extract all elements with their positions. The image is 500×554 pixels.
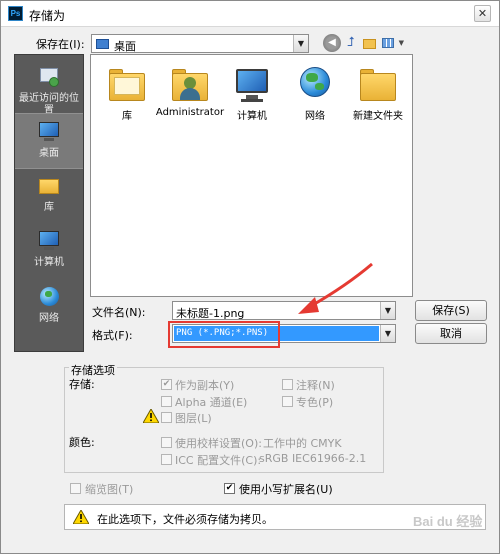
format-highlight-box <box>168 321 280 348</box>
place-label: 网络 <box>39 313 59 324</box>
place-label: 计算机 <box>34 257 64 268</box>
filename-label: 文件名(N): <box>92 306 146 319</box>
spot-colors-label: 专色(P) <box>296 396 334 409</box>
file-item-label: Administrator <box>155 107 225 118</box>
color-label: 颜色: <box>69 436 95 449</box>
annotations-label: 注释(N) <box>296 379 335 392</box>
spot-colors-checkbox[interactable] <box>282 396 293 407</box>
lowercase-extension-checkbox[interactable]: ✔ <box>224 483 235 494</box>
file-item-label: 库 <box>122 111 132 122</box>
file-list[interactable]: 库 Administrator 计算机 网络 新建文件夹 <box>90 54 413 297</box>
format-label: 格式(F): <box>92 329 133 342</box>
chevron-down-icon[interactable]: ▼ <box>380 325 395 342</box>
filename-value: 未标题-1.png <box>176 307 245 320</box>
storage-label: 存储: <box>69 378 95 391</box>
cancel-button[interactable]: 取消 <box>415 323 487 344</box>
warning-icon <box>73 510 89 524</box>
lowercase-extension-label: 使用小写扩展名(U) <box>239 483 333 496</box>
thumbnail-checkbox[interactable] <box>70 483 81 494</box>
warning-icon <box>143 409 159 423</box>
place-desktop[interactable]: 桌面 <box>15 113 83 169</box>
view-menu-icon[interactable]: ▼ <box>380 34 404 52</box>
place-recent[interactable]: 最近访问的位置 <box>15 59 83 116</box>
network-icon <box>293 63 337 103</box>
network-icon <box>36 284 62 310</box>
libraries-icon <box>105 63 149 103</box>
layers-checkbox[interactable] <box>161 412 172 423</box>
desktop-icon <box>96 39 109 49</box>
computer-icon <box>230 63 274 103</box>
recent-places-icon <box>36 64 62 90</box>
file-item-computer[interactable]: 计算机 <box>217 63 287 122</box>
save-in-label: 保存在(I): <box>36 38 85 51</box>
file-item-network[interactable]: 网络 <box>280 63 350 122</box>
file-item-new-folder[interactable]: 新建文件夹 <box>343 63 413 122</box>
proof-setup-value: 工作中的 CMYK <box>263 437 342 450</box>
folder-icon <box>356 63 400 103</box>
filename-input[interactable]: 未标题-1.png ▼ <box>172 301 396 320</box>
title-bar: Ps 存储为 ✕ <box>1 1 499 27</box>
save-in-dropdown[interactable]: 桌面 ▼ <box>91 34 309 53</box>
back-icon[interactable]: ◀ <box>323 34 341 52</box>
file-item-label: 计算机 <box>237 111 267 122</box>
libraries-icon <box>36 173 62 199</box>
place-libraries[interactable]: 库 <box>15 168 83 224</box>
alpha-channels-checkbox[interactable] <box>161 396 172 407</box>
computer-icon <box>36 228 62 254</box>
place-network[interactable]: 网络 <box>15 279 83 335</box>
thumbnail-label: 缩览图(T) <box>85 483 134 496</box>
file-item-administrator[interactable]: Administrator <box>155 63 225 118</box>
as-copy-label: 作为副本(Y) <box>175 379 235 392</box>
notice-text: 在此选项下，文件必须存储为拷贝。 <box>97 513 273 526</box>
places-bar: 最近访问的位置 桌面 库 计算机 网络 <box>14 54 84 352</box>
watermark: Bai du 经验 <box>413 514 483 529</box>
file-item-libraries[interactable]: 库 <box>92 63 162 122</box>
dialog-title: 存储为 <box>29 9 66 23</box>
icc-profile-label: ICC 配置文件(C): <box>175 454 262 467</box>
save-in-value: 桌面 <box>114 40 136 53</box>
as-copy-checkbox[interactable]: ✔ <box>161 379 172 390</box>
new-folder-icon[interactable] <box>361 34 379 52</box>
file-item-label: 新建文件夹 <box>353 111 403 122</box>
annotations-checkbox[interactable] <box>282 379 293 390</box>
place-label: 桌面 <box>39 148 59 159</box>
chevron-down-icon[interactable]: ▼ <box>380 302 395 319</box>
use-proof-checkbox[interactable] <box>161 437 172 448</box>
user-folder-icon <box>168 63 212 103</box>
save-as-dialog: Ps 存储为 ✕ 保存在(I): 桌面 ▼ ◀ ⮥ ▼ 最近访问的位置 桌面 库 <box>0 0 500 554</box>
use-proof-label: 使用校样设置(O): <box>175 437 262 450</box>
place-computer[interactable]: 计算机 <box>15 223 83 279</box>
close-button[interactable]: ✕ <box>474 5 491 22</box>
icc-profile-value: sRGB IEC61966-2.1 <box>259 452 367 465</box>
chevron-down-icon[interactable]: ▼ <box>293 35 308 52</box>
save-button[interactable]: 保存(S) <box>415 300 487 321</box>
icc-profile-checkbox[interactable] <box>161 454 172 465</box>
up-folder-icon[interactable]: ⮥ <box>342 34 360 52</box>
photoshop-app-icon: Ps <box>8 6 23 21</box>
place-label: 库 <box>44 202 54 213</box>
file-item-label: 网络 <box>305 111 325 122</box>
desktop-icon <box>36 119 62 145</box>
layers-label: 图层(L) <box>175 412 212 425</box>
alpha-channels-label: Alpha 通道(E) <box>175 396 248 409</box>
